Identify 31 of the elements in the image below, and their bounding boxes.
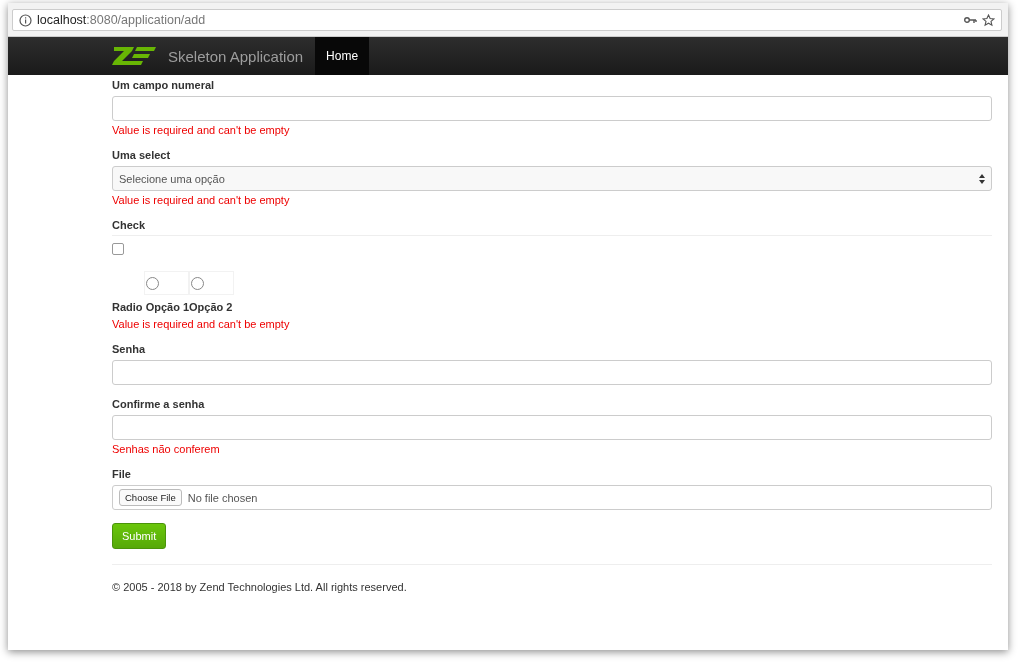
error-message: Senhas não conferem	[112, 443, 221, 455]
select-field[interactable]: Selecione uma opção	[112, 166, 992, 191]
field-label: Um campo numeral	[112, 79, 215, 91]
choose-file-button[interactable]: Choose File	[119, 489, 182, 506]
address-bar[interactable]: localhost:8080/application/add	[12, 9, 1002, 31]
url-path: :8080/application/add	[86, 13, 206, 27]
option-label: Opção 2	[189, 301, 233, 313]
url-host: localhost	[37, 13, 87, 27]
checkbox[interactable]	[112, 243, 124, 255]
info-icon	[19, 13, 32, 27]
field-label: Check	[112, 219, 146, 231]
brand-title[interactable]: Skeleton Application	[168, 47, 304, 65]
star-icon[interactable]	[982, 13, 995, 27]
option-label: Opção 1	[145, 301, 190, 313]
error-message: Value is required and can't be empty	[112, 318, 291, 330]
field-label: Senha	[112, 343, 145, 355]
file-status: No file chosen	[187, 491, 258, 504]
field-label: Uma select	[112, 149, 171, 161]
error-message: Value is required and can't be empty	[112, 194, 291, 206]
input-field[interactable]	[112, 96, 992, 121]
input-field[interactable]	[112, 415, 992, 440]
error-message: Value is required and can't be empty	[112, 124, 291, 136]
key-icon[interactable]	[964, 16, 977, 24]
input-field[interactable]	[112, 360, 992, 385]
field-label: Confirme a senha	[112, 398, 205, 410]
field-label: File	[112, 468, 131, 480]
nav-link[interactable]: Home	[315, 37, 370, 75]
footer-text: © 2005 - 2018 by Zend Technologies Ltd. All rights reserved.	[112, 581, 408, 593]
field-label: Radio	[112, 301, 143, 313]
zf-logo-icon[interactable]	[112, 46, 156, 66]
up-down-arrows-icon	[979, 173, 985, 184]
